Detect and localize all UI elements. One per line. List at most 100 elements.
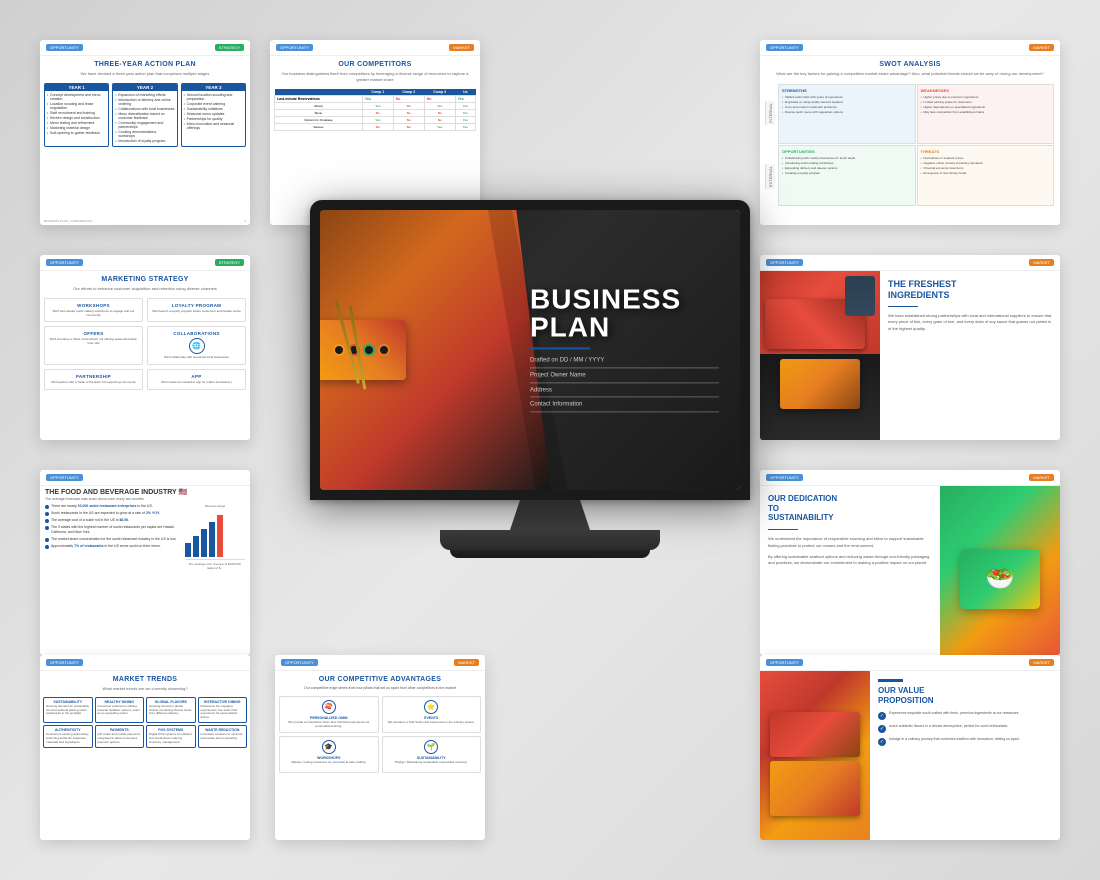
sustain-header: OPPORTUNITY MARKET bbox=[760, 470, 1060, 486]
stat-text-1: There are nearly 20,000 sushi restaurant… bbox=[51, 504, 153, 509]
value-content: OUR VALUEPROPOSITION ✓ Experience exquis… bbox=[870, 671, 1060, 840]
freshest-content: THE FRESHESTINGREDIENTS We have establis… bbox=[880, 271, 1060, 440]
row-val: No bbox=[393, 110, 424, 117]
table-row: Menu No No No Yes bbox=[275, 110, 476, 117]
year-3-item-2: Corporate event catering bbox=[184, 102, 243, 106]
footer-right: 1 bbox=[244, 219, 246, 223]
roll-circle-4 bbox=[378, 344, 390, 356]
stat-item-4: The 3 states with the highest number of … bbox=[45, 525, 181, 535]
adv-leaf-icon: 🌱 bbox=[424, 740, 438, 754]
swot-s-item1: Skilled sushi chefs with years of experi… bbox=[782, 95, 912, 99]
tag-market5: MARKET bbox=[1029, 259, 1054, 266]
internal-label-wrap: INTERNAL bbox=[764, 82, 776, 145]
chart-sub: The average sum revenue of $100,000, tar… bbox=[185, 562, 245, 570]
tag-opp7: OPPORTUNITY bbox=[766, 474, 803, 481]
adv-grid: 🍣 PERSONALIZED OMNI We provide an intera… bbox=[275, 692, 485, 777]
year-columns: YEAR 1 Concept development and menu crea… bbox=[40, 80, 250, 150]
value-food-imgs bbox=[760, 671, 870, 840]
roll-circle-1 bbox=[333, 344, 345, 356]
year-1-item-7: Soft-opening to gather feedback bbox=[47, 131, 106, 135]
adv-personalized: 🍣 PERSONALIZED OMNI We provide an intera… bbox=[279, 696, 379, 733]
contact-line: Contact Information bbox=[530, 400, 719, 413]
three-year-title: THREE-YEAR ACTION PLAN bbox=[40, 56, 250, 71]
tag-market9: MARKET bbox=[454, 659, 479, 666]
row-val: No bbox=[424, 96, 455, 103]
year-3-item-4: Seasonal menu updates bbox=[184, 112, 243, 116]
cover-bg: BUSINESSPLAN Drafted on DD / MM / YYYY P… bbox=[320, 210, 740, 490]
adv-sustainability-cell: 🌱 SUSTAINABILITY Pledge / Maintaining su… bbox=[382, 736, 482, 773]
slide-competitors: OPPORTUNITY MARKET OUR COMPETITORS Our b… bbox=[270, 40, 480, 225]
monitor-bezel: BUSINESSPLAN Drafted on DD / MM / YYYY P… bbox=[310, 200, 750, 500]
value-header: OPPORTUNITY MARKET bbox=[760, 655, 1060, 671]
year-2-item-4: Menu diversification based on customer f… bbox=[115, 112, 174, 120]
check-icon-3: ✓ bbox=[878, 738, 886, 746]
trend-sustainability: SUSTAINABILITY Growing demand for sustai… bbox=[43, 697, 93, 724]
year-2-item-2: Introduction of delivery and online orde… bbox=[115, 98, 174, 106]
value-food-top bbox=[770, 712, 860, 757]
trend-pos: POS SYSTEMS Digital POS systems for effi… bbox=[146, 725, 196, 748]
tag-market7: MARKET bbox=[1029, 474, 1054, 481]
trend-pay-text: QR codes and mobile payments integrated … bbox=[98, 733, 142, 745]
competitors-subtitle: Our business distinguishes itself from c… bbox=[270, 71, 480, 85]
slide-sustainability: OPPORTUNITY MARKET OUR DEDICATIONTOSUSTA… bbox=[760, 470, 1060, 655]
us-flag: 🇺🇸 bbox=[179, 489, 188, 496]
trend-sust-text: Growing demand for sustainably sourced s… bbox=[46, 705, 90, 717]
row-val: No bbox=[393, 103, 424, 110]
row-label: Variety bbox=[275, 103, 363, 110]
tag-opp3: OPPORTUNITY bbox=[766, 44, 803, 51]
year-3-item-6: Menu innovation and seasonal offerings bbox=[184, 122, 243, 130]
swot-w-item1: Higher prices due to premium ingredients bbox=[921, 95, 1051, 99]
year-1-item-1: Concept development and menu creation bbox=[47, 93, 106, 101]
external-label-wrap: EXTERNAL bbox=[764, 145, 776, 208]
table-row: Sauces No No Yes Yes bbox=[275, 124, 476, 131]
marketing-collab: COLLABORATIONS 🌐 We'll collaborate with … bbox=[147, 326, 246, 365]
stat-text-5: The market share concentration for the s… bbox=[51, 537, 176, 542]
tag-opp2: OPPORTUNITY bbox=[276, 44, 313, 51]
stat-bullet bbox=[45, 526, 49, 530]
slide-competitive-adv: OPPORTUNITY MARKET OUR COMPETITIVE ADVAN… bbox=[275, 655, 485, 840]
marketing-loyalty: LOYALTY PROGRAM We'll launch a loyalty p… bbox=[147, 298, 246, 323]
tag-opp6: OPPORTUNITY bbox=[46, 474, 83, 481]
freshest-image-col bbox=[760, 271, 880, 440]
year-col-3: YEAR 3 Second location scouting and prep… bbox=[181, 83, 246, 147]
sustainability-layout: OUR DEDICATIONTOSUSTAINABILITY We unders… bbox=[760, 486, 1060, 655]
row-label: Last-minute Reservations bbox=[275, 96, 363, 103]
bar-3 bbox=[201, 529, 207, 557]
stat-text-2: Sushi restaurants in the US are expected… bbox=[51, 511, 160, 516]
sustain-divider bbox=[768, 529, 798, 531]
cup-visual bbox=[845, 276, 875, 316]
value-img bbox=[760, 671, 870, 840]
loyalty-text: We'll launch a loyalty program where cus… bbox=[150, 310, 243, 314]
workshops-title: WORKSHOPS bbox=[47, 303, 140, 308]
food-emoji: 🥗 bbox=[985, 564, 1015, 593]
swot-w-item2: Limited parking space for customers bbox=[921, 100, 1051, 104]
freshest-sushi-img bbox=[760, 271, 880, 440]
value-item-2: ✓ avour authentic flavors in a vibrant a… bbox=[878, 724, 1052, 733]
sushi-rolls-img: 🥗 bbox=[940, 486, 1060, 655]
row-val: Yes bbox=[455, 96, 475, 103]
year-1-item-4: Kitchen design and construction bbox=[47, 116, 106, 120]
slide-freshest: OPPORTUNITY MARKET THE FRESHESTING bbox=[760, 255, 1060, 440]
trend-interactive: INTERACTIVE DINING Preference for engagi… bbox=[198, 697, 248, 724]
stat-text-6: Approximately 7% of restaurants in the U… bbox=[51, 544, 161, 549]
fbev-subtitle: The average American eats sushi about on… bbox=[45, 497, 245, 501]
marketing-offers: OFFERS We'll introduce a 'Taste of the M… bbox=[44, 326, 143, 365]
swot-cell-weaknesses: WEAKNESSES Higher prices due to premium … bbox=[917, 84, 1055, 145]
stat-item-5: The market share concentration for the s… bbox=[45, 537, 181, 542]
three-year-footer: BUSINESS PLAN - CONFIDENTIAL 1 bbox=[40, 219, 250, 223]
sushi-bottom-img bbox=[760, 354, 880, 440]
trend-auth-text: Consumers seeking authenticity, preferri… bbox=[46, 733, 90, 745]
tag-opp9: OPPORTUNITY bbox=[281, 659, 318, 666]
marketing-header: OPPORTUNITY STRATEGY bbox=[40, 255, 250, 271]
year-1-item-5: Menu testing and refinement bbox=[47, 121, 106, 125]
year-1-header: YEAR 1 bbox=[45, 84, 108, 91]
swot-o-item3: Expanding delivery and takeout options bbox=[782, 166, 912, 170]
year-2-item-7: Introduction of loyalty program bbox=[115, 139, 174, 143]
app-title: APP bbox=[150, 374, 243, 379]
footer-left: BUSINESS PLAN - CONFIDENTIAL bbox=[44, 219, 93, 223]
monitor-wrapper: BUSINESSPLAN Drafted on DD / MM / YYYY P… bbox=[290, 200, 770, 620]
row-val: Yes bbox=[362, 96, 393, 103]
swot-opp-title: OPPORTUNITIES bbox=[782, 149, 912, 154]
marketing-grid: WORKSHOPS We'll host weekly sushi making… bbox=[40, 295, 250, 394]
swot-cell-strengths: STRENGTHS Skilled sushi chefs with years… bbox=[778, 84, 916, 145]
